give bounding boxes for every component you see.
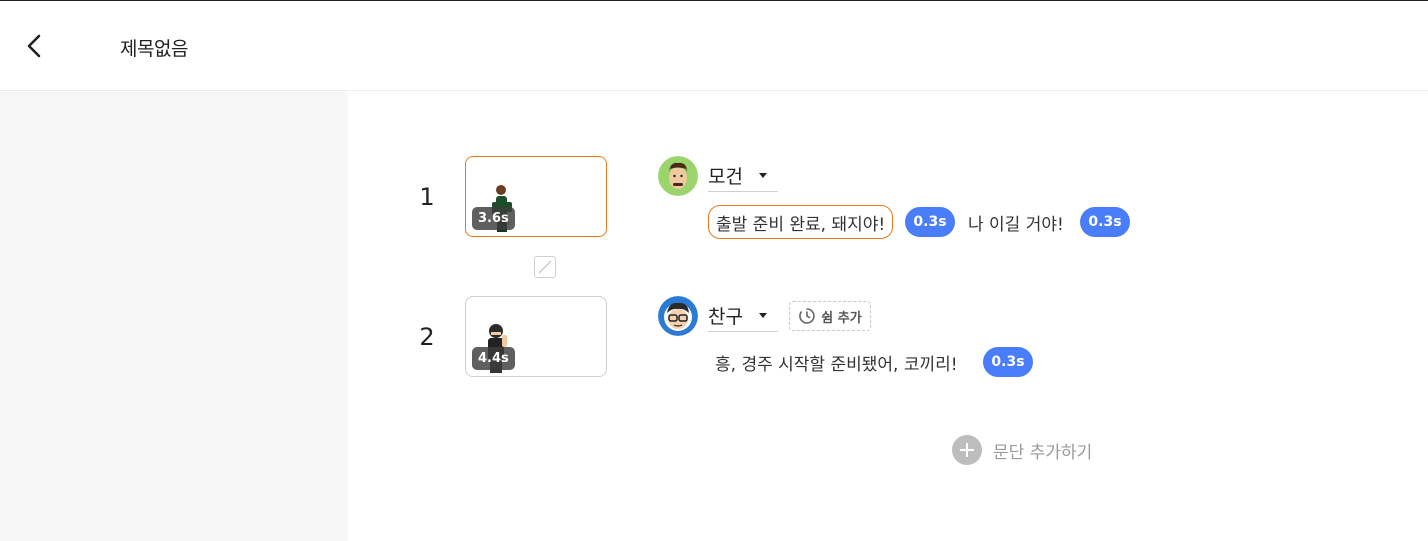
scene-thumbnail[interactable]: 4.4s [465, 296, 607, 377]
timer-icon [799, 308, 816, 324]
add-rest-button[interactable]: 쉼 추가 [789, 301, 871, 331]
speaker-dropdown[interactable]: 모건 [708, 160, 778, 192]
header-bar: 제목없음 [0, 1, 1428, 91]
add-rest-label: 쉼 추가 [821, 310, 862, 326]
page-title: 제목없음 [120, 38, 188, 60]
speaker-dropdown[interactable]: 찬구 [708, 300, 778, 332]
transition-slash-icon [538, 260, 552, 274]
transition-button[interactable] [534, 256, 556, 278]
changu-avatar-icon [658, 296, 698, 336]
add-paragraph-label: 문단 추가하기 [993, 442, 1093, 463]
duration-badge: 4.4s [472, 347, 515, 370]
phrase-text[interactable]: 흥, 경주 시작할 준비됐어, 코끼리! [708, 345, 965, 379]
speaker-name: 찬구 [708, 306, 743, 328]
scene-thumbnail[interactable]: 3.6s [465, 156, 607, 237]
phrase-text[interactable]: 나 이길 거야! [961, 205, 1071, 239]
plus-circle-icon [952, 435, 982, 465]
pause-badge[interactable]: 0.3s [1080, 207, 1130, 237]
left-panel [0, 92, 348, 541]
speaker-name: 모건 [708, 166, 743, 188]
editor-main: 1 3.6s 모건 출발 준비 완료, 돼지야! 0.3s 나 이길 거야! 0… [348, 92, 1428, 541]
paragraph-number: 2 [419, 323, 435, 351]
pause-badge[interactable]: 0.3s [905, 207, 955, 237]
pause-badge[interactable]: 0.3s [983, 347, 1033, 377]
morgan-avatar-icon [658, 156, 698, 196]
duration-badge: 3.6s [472, 207, 515, 230]
back-button[interactable] [20, 31, 48, 61]
caret-down-icon [758, 173, 767, 178]
caret-down-icon [758, 313, 767, 318]
chevron-left-icon [27, 34, 41, 58]
paragraph-number: 1 [419, 183, 435, 211]
phrase-text[interactable]: 출발 준비 완료, 돼지야! [708, 205, 894, 239]
add-paragraph-button[interactable]: 문단 추가하기 [952, 435, 1092, 465]
avatar [658, 296, 698, 336]
avatar [658, 156, 698, 196]
